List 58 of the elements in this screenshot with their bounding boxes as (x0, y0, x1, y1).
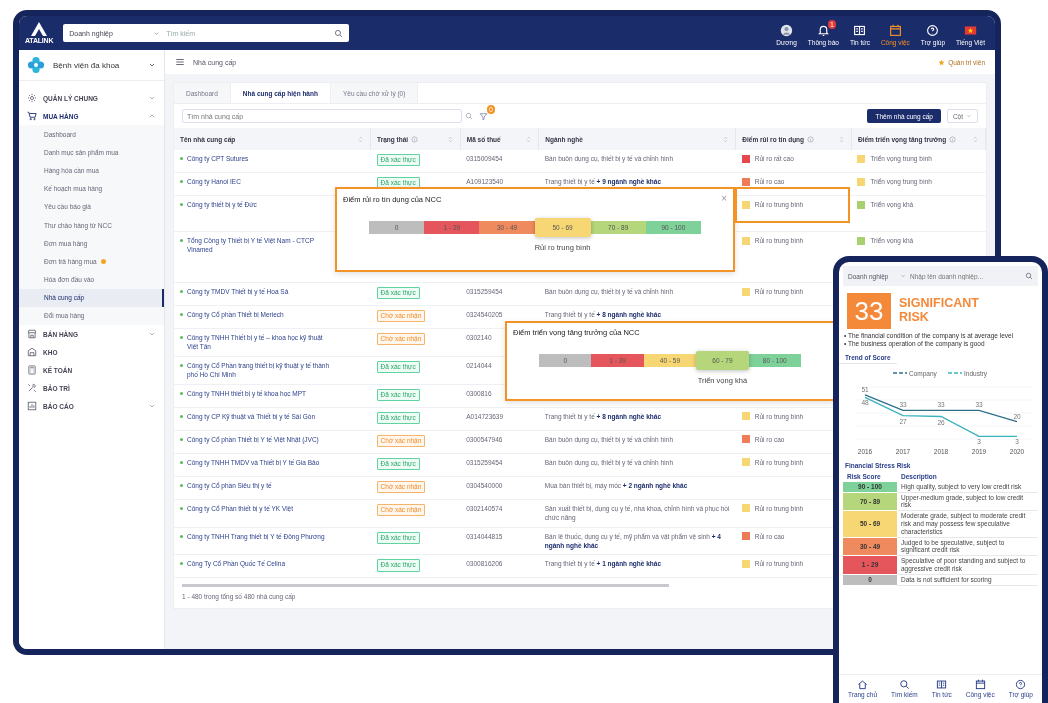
bullet-icon (180, 313, 183, 316)
bullet-icon (180, 534, 183, 538)
bullet-icon (180, 506, 183, 510)
avatar-icon (780, 24, 793, 37)
bullet-icon (180, 203, 183, 206)
bullet-icon (180, 562, 183, 566)
sort-icon[interactable] (446, 135, 454, 143)
help-icon (1015, 679, 1027, 690)
warehouse-icon (27, 347, 37, 358)
star-icon (938, 58, 946, 66)
bullet-icon (180, 239, 183, 242)
chevron-icon (148, 94, 156, 102)
search-icon[interactable] (1025, 272, 1033, 280)
bullet-icon (180, 290, 183, 293)
flag-icon (964, 24, 978, 37)
help-icon (926, 24, 940, 37)
bullet-icon (180, 180, 183, 183)
sort-icon[interactable] (357, 135, 365, 143)
organization-logo (27, 56, 45, 74)
risk-verdict: SIGNIFICANT RISK (899, 297, 980, 325)
logo-icon (31, 22, 48, 36)
chevron-icon (148, 112, 156, 120)
wrench-icon (27, 383, 37, 394)
bullet-icon (180, 414, 183, 418)
bullet-icon (180, 336, 183, 339)
calendar-icon (974, 679, 986, 690)
menu-icon[interactable] (175, 57, 185, 67)
bar-chart-icon (27, 401, 37, 412)
bullet-icon (180, 391, 183, 395)
organization-name: Bệnh viện đa khoa (53, 60, 121, 70)
search-icon[interactable] (334, 28, 344, 38)
newspaper-icon (936, 679, 948, 690)
sort-icon[interactable] (972, 135, 979, 143)
home-icon (857, 679, 868, 690)
horizontal-scrollbar[interactable] (182, 584, 670, 588)
bullet-icon (180, 437, 183, 441)
search-icon (898, 679, 910, 690)
newspaper-icon (853, 24, 867, 37)
cart-icon (27, 111, 37, 121)
bullet-icon (180, 460, 183, 464)
caret-icon (966, 113, 972, 119)
caret-icon[interactable] (148, 61, 156, 69)
bullet-icon (180, 157, 183, 160)
sort-icon[interactable] (525, 135, 533, 143)
bell-icon (816, 24, 830, 37)
score-value: 33 (847, 293, 891, 329)
sort-icon[interactable] (837, 135, 845, 143)
settings-icon (27, 93, 37, 103)
caret-icon (153, 29, 161, 37)
bullet-icon (180, 483, 183, 487)
calculator-icon (27, 365, 37, 376)
calendar-icon (888, 24, 902, 37)
caret-icon (900, 273, 906, 279)
bullet-icon (180, 363, 183, 367)
sort-icon[interactable] (722, 135, 730, 143)
search-icon[interactable] (465, 112, 473, 120)
filter-icon[interactable] (479, 111, 488, 121)
store-icon (27, 329, 37, 340)
